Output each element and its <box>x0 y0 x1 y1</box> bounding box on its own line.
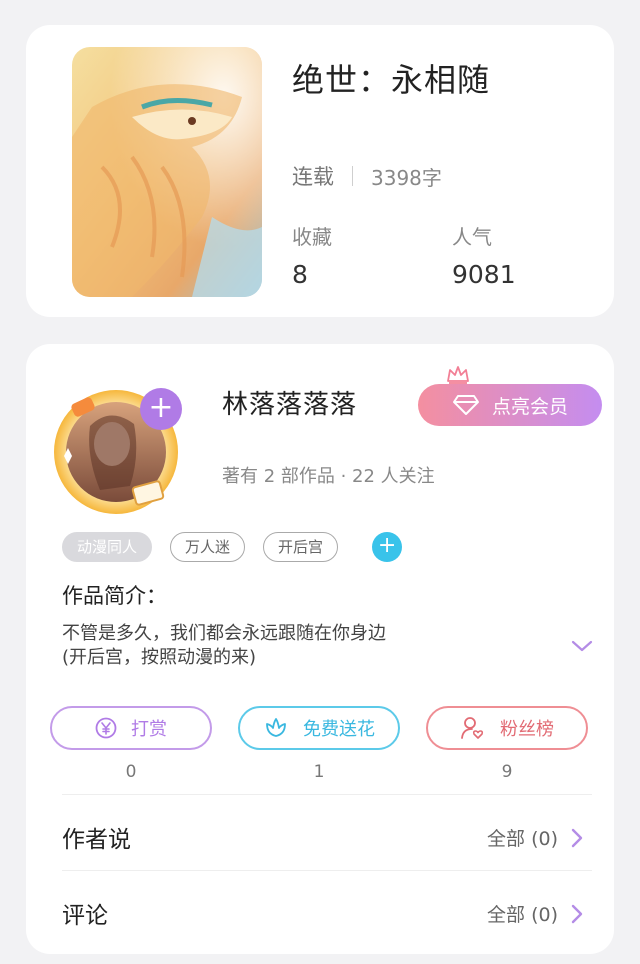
chevron-down-icon[interactable] <box>570 638 594 654</box>
book-info-card: 绝世：永相随 连载 3398字 收藏 8 人气 9081 <box>26 25 614 317</box>
send-flower-button[interactable]: 免费送花 <box>238 706 400 750</box>
reward-label: 打赏 <box>131 719 167 740</box>
book-title: 绝世：永相随 <box>292 61 491 99</box>
crown-icon <box>447 366 469 384</box>
author-says-count: 全部 (0) <box>487 828 558 850</box>
reward-button[interactable]: 打赏 <box>50 706 212 750</box>
popularity-value: 9081 <box>452 260 516 289</box>
chevron-right-icon <box>571 828 583 847</box>
intro-text: 不管是多久，我们都会永远跟随在你身边 (开后宫，按照动漫的来) <box>62 622 522 670</box>
tag-item[interactable]: 动漫同人 <box>62 532 153 562</box>
favorites-stat: 收藏 8 <box>292 221 332 289</box>
section-divider <box>62 870 592 871</box>
fans-ranking-label: 粉丝榜 <box>500 719 554 740</box>
author-details-card: + 林落落落落 著有 2 部作品 · 22 人关注 点亮会员 动漫同人 万人迷 … <box>26 344 614 954</box>
fans-ranking-button[interactable]: 粉丝榜 <box>426 706 588 750</box>
activate-membership-button[interactable]: 点亮会员 <box>418 384 602 426</box>
comments-count: 全部 (0) <box>487 904 558 926</box>
send-flower-label: 免费送花 <box>303 719 375 740</box>
serial-status: 连载 <box>292 165 334 189</box>
intro-title: 作品简介： <box>62 584 167 608</box>
diamond-icon <box>452 395 479 415</box>
section-divider <box>62 794 592 795</box>
author-name[interactable]: 林落落落落 <box>222 384 357 421</box>
chevron-right-icon <box>571 904 583 923</box>
intro-text-line: 不管是多久，我们都会永远跟随在你身边 <box>62 623 386 644</box>
vip-button-label: 点亮会员 <box>491 395 568 418</box>
tag-list: 动漫同人 万人迷 开后宫 + <box>62 532 403 562</box>
follow-author-button[interactable]: + <box>140 388 182 430</box>
fans-count: 9 <box>501 762 513 782</box>
popularity-stat: 人气 9081 <box>452 221 516 289</box>
flower-icon <box>266 718 286 737</box>
tag-item[interactable]: 开后宫 <box>263 532 339 562</box>
favorites-value: 8 <box>292 260 308 289</box>
status-divider <box>352 166 353 186</box>
book-cover-image[interactable] <box>72 47 262 297</box>
intro-text-line: (开后宫，按照动漫的来) <box>62 647 257 668</box>
yen-icon <box>95 717 117 739</box>
tag-item[interactable]: 万人迷 <box>170 532 246 562</box>
reward-count: 0 <box>125 762 137 782</box>
comments-all-link[interactable]: 全部 (0) <box>487 900 584 927</box>
book-status-row: 连载 3398字 <box>292 161 442 191</box>
popularity-label: 人气 <box>452 225 492 249</box>
comments-label: 评论 <box>62 903 108 929</box>
author-says-label: 作者说 <box>62 827 131 853</box>
author-meta: 著有 2 部作品 · 22 人关注 <box>222 466 435 487</box>
add-tag-button[interactable]: + <box>372 532 403 562</box>
favorites-label: 收藏 <box>292 225 332 249</box>
author-says-all-link[interactable]: 全部 (0) <box>487 824 584 851</box>
word-count: 3398字 <box>371 165 442 190</box>
fans-icon <box>461 717 484 739</box>
flower-count: 1 <box>313 762 325 782</box>
